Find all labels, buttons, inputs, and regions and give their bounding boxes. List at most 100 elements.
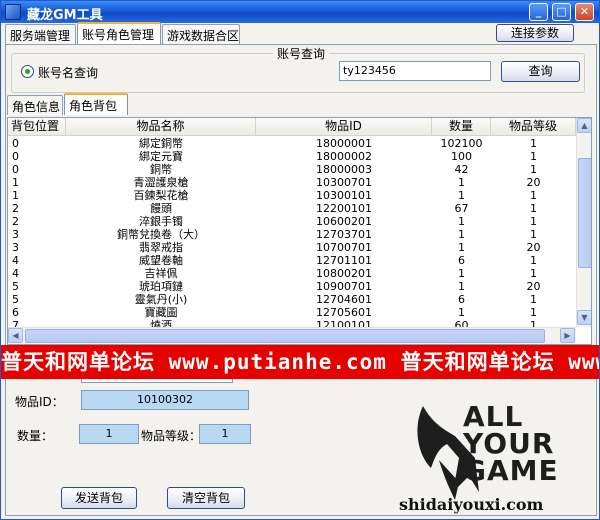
- connect-params-button[interactable]: 连接参数: [496, 24, 574, 42]
- column-header[interactable]: 物品名称: [66, 118, 256, 136]
- quantity-field[interactable]: 1: [79, 424, 139, 444]
- table-cell: 1: [458, 306, 465, 319]
- close-button[interactable]: ✕: [575, 3, 594, 21]
- table-cell: 0: [12, 137, 19, 150]
- table-cell: 1: [458, 280, 465, 293]
- table-cell: 18000003: [316, 163, 372, 176]
- item-id-field[interactable]: 10100302: [81, 390, 249, 410]
- horizontal-scrollbar[interactable]: ◀ ▶: [8, 327, 576, 344]
- tab-server-management[interactable]: 服务端管理: [5, 24, 76, 44]
- table-cell: 綁定銅幣: [139, 137, 183, 150]
- table-cell: 67: [454, 202, 469, 215]
- table-cell: 銅幣: [150, 163, 172, 176]
- table-cell: 銅幣兌換卷（大）: [117, 228, 205, 241]
- minimize-button[interactable]: _: [529, 3, 548, 21]
- query-button[interactable]: 查询: [501, 61, 580, 82]
- table-cell: 3: [12, 241, 19, 254]
- table-cell: 6: [12, 306, 19, 319]
- clear-bag-button[interactable]: 清空背包: [167, 487, 245, 509]
- account-input[interactable]: ty123456: [339, 61, 491, 81]
- table-row[interactable]: 0 綁定元寶 18000002 100 1: [8, 150, 576, 163]
- table-row[interactable]: 0 銅幣 18000003 42 1: [8, 163, 576, 176]
- table-row[interactable]: 5 靈氣丹(小) 12704601 6 1: [8, 293, 576, 306]
- table-cell: 10800201: [316, 267, 372, 280]
- vertical-scrollbar[interactable]: ▲ ▼: [576, 118, 591, 327]
- table-cell: 0: [12, 150, 19, 163]
- table-cell: 寶藏圖: [144, 306, 178, 319]
- tab-account-role-management[interactable]: 账号角色管理: [77, 22, 161, 44]
- table-cell: 百鍊梨花槍: [133, 189, 189, 202]
- table-cell: 1: [530, 202, 537, 215]
- send-bag-button[interactable]: 发送背包: [61, 487, 137, 509]
- table-row[interactable]: 0 綁定銅幣 18000001 102100 1: [8, 137, 576, 150]
- bag-table: 背包位置 物品名称 物品ID 数量 物品等级 0 綁定銅幣 18000001 1021…: [7, 117, 592, 345]
- table-cell: 1: [12, 189, 19, 202]
- item-name-field[interactable]: [81, 379, 233, 383]
- table-cell: 1: [530, 189, 537, 202]
- table-cell: 12200101: [316, 202, 372, 215]
- column-header[interactable]: 物品等级: [491, 118, 576, 136]
- table-row[interactable]: 3 銅幣兌換卷（大） 12703701 1 1: [8, 228, 576, 241]
- table-row[interactable]: 4 吉祥佩 10800201 1 1: [8, 267, 576, 280]
- table-cell: 10900701: [316, 280, 372, 293]
- logo-text: ALL YOUR GAME: [463, 400, 559, 487]
- table-cell: 1: [530, 215, 537, 228]
- maximize-button[interactable]: □: [552, 3, 571, 21]
- item-level-field[interactable]: 1: [199, 424, 251, 444]
- table-cell: 吉祥佩: [144, 267, 178, 280]
- tab-game-data-merge[interactable]: 游戏数据合区: [162, 24, 240, 44]
- table-cell: 20: [526, 241, 541, 254]
- table-row[interactable]: 4 威望卷軸 12701101 6 1: [8, 254, 576, 267]
- table-cell: 1: [458, 215, 465, 228]
- scroll-up-button[interactable]: ▲: [577, 118, 591, 133]
- table-cell: 靈氣丹(小): [134, 293, 188, 306]
- item-id-label: 物品ID：: [15, 395, 64, 409]
- column-header[interactable]: 数量: [432, 118, 491, 136]
- table-cell: 1: [12, 176, 19, 189]
- window-title: 藏龙GM工具: [27, 8, 103, 23]
- column-header[interactable]: 物品ID: [256, 118, 432, 136]
- table-cell: 1: [530, 137, 537, 150]
- table-cell: 1: [458, 267, 465, 280]
- account-name-radio[interactable]: [21, 65, 34, 78]
- table-row[interactable]: 6 寶藏圖 12705601 1 1: [8, 306, 576, 319]
- table-row[interactable]: 1 百鍊梨花槍 10300101 1 1: [8, 189, 576, 202]
- title-bar[interactable]: 藏龙GM工具 _ □ ✕: [1, 1, 599, 23]
- table-cell: 6: [458, 254, 465, 267]
- table-cell: 12704601: [316, 293, 372, 306]
- item-level-label: 物品等级：: [141, 429, 202, 443]
- table-cell: 1: [458, 189, 465, 202]
- column-header[interactable]: 背包位置: [8, 118, 66, 136]
- table-row[interactable]: 1 青澀護泉槍 10300701 1 20: [8, 176, 576, 189]
- table-cell: 12701101: [316, 254, 372, 267]
- table-cell: 12705601: [316, 306, 372, 319]
- scroll-thumb[interactable]: [578, 158, 591, 268]
- table-header: 背包位置 物品名称 物品ID 数量 物品等级: [8, 118, 576, 136]
- table-cell: 1: [458, 176, 465, 189]
- app-icon: [5, 4, 21, 20]
- scroll-left-button[interactable]: ◀: [8, 328, 23, 343]
- table-cell: 1: [530, 163, 537, 176]
- scroll-down-button[interactable]: ▼: [577, 310, 591, 325]
- tab-role-info[interactable]: 角色信息: [7, 95, 63, 115]
- table-row[interactable]: 2 饅頭 12200101 67 1: [8, 202, 576, 215]
- tab-role-bag[interactable]: 角色背包: [64, 93, 128, 115]
- quantity-label: 数量：: [17, 429, 54, 443]
- table-cell: 6: [458, 293, 465, 306]
- table-cell: 1: [530, 267, 537, 280]
- table-row[interactable]: 5 琥珀項鏈 10900701 1 20: [8, 280, 576, 293]
- table-cell: 1: [530, 150, 537, 163]
- table-row[interactable]: 3 翡翠戒指 10700701 1 20: [8, 241, 576, 254]
- scroll-thumb[interactable]: [25, 329, 545, 343]
- table-cell: 4: [12, 254, 19, 267]
- table-cell: 翡翠戒指: [139, 241, 183, 254]
- table-cell: 2: [12, 202, 19, 215]
- table-cell: 42: [454, 163, 469, 176]
- table-row[interactable]: 2 淬銀手镯 10600201 1 1: [8, 215, 576, 228]
- table-cell: 4: [12, 267, 19, 280]
- table-cell: 綁定元寶: [139, 150, 183, 163]
- account-name-radio-label: 账号名查询: [38, 66, 99, 80]
- table-cell: 3: [12, 228, 19, 241]
- scroll-right-button[interactable]: ▶: [560, 328, 575, 343]
- table-cell: 10300701: [316, 176, 372, 189]
